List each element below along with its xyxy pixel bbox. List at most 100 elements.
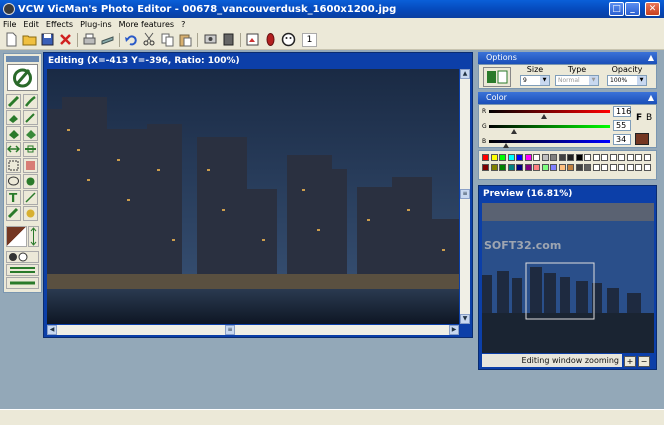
palette-swatch[interactable] [541,154,549,161]
palette-swatch[interactable] [609,154,617,161]
palette-swatch[interactable] [482,164,489,171]
brush-mode-icon[interactable] [483,67,511,87]
red-slider[interactable] [489,110,610,113]
scroll-down-icon[interactable]: ▼ [460,314,470,324]
new-file-icon[interactable] [4,32,19,47]
color-palette[interactable] [482,154,652,176]
smudge-tool-icon[interactable] [6,206,21,221]
blue-slider-thumb[interactable] [503,143,509,148]
foreground-label[interactable]: F [636,113,642,123]
menu-help[interactable]: ? [181,20,185,29]
collapse-icon[interactable]: ▲ [648,52,654,64]
palette-swatch[interactable] [592,154,600,161]
palette-swatch[interactable] [524,164,532,171]
horizontal-scroll-thumb[interactable]: ≡ [225,325,235,335]
swap-colors-icon[interactable] [28,226,39,247]
scroll-left-icon[interactable]: ◀ [47,325,57,335]
palette-swatch[interactable] [567,164,574,171]
palette-swatch[interactable] [575,154,583,161]
vertical-scrollbar[interactable]: ▲ ≡ ▼ [460,69,470,324]
palette-swatch[interactable] [609,164,617,171]
rect-select-icon[interactable] [6,158,21,173]
blue-value[interactable]: 34 [613,134,631,145]
green-slider-thumb[interactable] [511,129,517,134]
palette-swatch[interactable] [550,154,557,161]
line-width-selector[interactable] [6,264,39,276]
menu-effects[interactable]: Effects [46,20,73,29]
red-slider-thumb[interactable] [541,114,547,119]
green-slider[interactable] [489,125,610,128]
menu-file[interactable]: File [3,20,16,29]
preview-image[interactable]: SOFT32.com [482,203,654,353]
palette-swatch[interactable] [516,164,523,171]
move-tool-icon[interactable] [6,142,21,157]
current-color-preview[interactable] [635,133,649,145]
palette-swatch[interactable] [499,164,506,171]
face-icon[interactable] [281,32,296,47]
red-value[interactable]: 116 [613,106,631,117]
palette-swatch[interactable] [516,154,523,161]
blur-tool-icon[interactable] [23,206,38,221]
palette-swatch[interactable] [643,164,651,171]
crop-tool-icon[interactable] [23,158,38,173]
gradient-tool-icon[interactable] [23,126,38,141]
clone-tool-icon[interactable] [23,174,38,189]
stretch-tool-icon[interactable] [23,142,38,157]
palette-swatch[interactable] [635,154,642,161]
palette-swatch[interactable] [601,154,608,161]
palette-swatch[interactable] [584,154,591,161]
palette-swatch[interactable] [558,154,566,161]
palette-swatch[interactable] [482,154,489,161]
undo-icon[interactable] [124,32,139,47]
screen-capture-icon[interactable] [203,32,218,47]
scroll-right-icon[interactable]: ▶ [449,325,459,335]
palette-swatch[interactable] [490,154,498,161]
palette-swatch[interactable] [499,154,506,161]
menu-edit[interactable]: Edit [23,20,39,29]
opacity-select[interactable]: 100% ▼ [607,75,647,86]
cut-icon[interactable] [142,32,157,47]
palette-swatch[interactable] [567,154,574,161]
eraser-tool-icon[interactable] [6,110,21,125]
close-button[interactable]: ✕ [645,2,660,16]
lasso-tool-icon[interactable] [6,174,21,189]
open-folder-icon[interactable] [22,32,37,47]
type-select[interactable]: Normal ▼ [555,75,599,86]
zoom-in-button[interactable]: + [624,356,636,367]
size-select[interactable]: 9 ▼ [520,75,550,86]
palette-swatch[interactable] [507,154,515,161]
brush-shape-selector[interactable] [6,277,39,289]
image-info-icon[interactable] [245,32,260,47]
palette-swatch[interactable] [575,164,583,171]
palette-swatch[interactable] [558,164,566,171]
palette-swatch[interactable] [626,164,634,171]
green-value[interactable]: 55 [613,120,631,131]
fill-tool-icon[interactable] [6,126,21,141]
pipette-tool-icon[interactable] [23,110,38,125]
palette-swatch[interactable] [490,164,498,171]
palette-swatch[interactable] [618,164,625,171]
palette-swatch[interactable] [507,164,515,171]
pencil-tool-icon[interactable] [6,94,21,109]
copy-icon[interactable] [160,32,175,47]
line-tool-icon[interactable] [23,190,38,205]
palette-swatch[interactable] [524,154,532,161]
palette-swatch[interactable] [635,164,642,171]
palette-swatch[interactable] [550,164,557,171]
palette-swatch[interactable] [626,154,634,161]
palette-swatch[interactable] [533,154,540,161]
collapse-icon[interactable]: ▲ [648,92,654,104]
image-canvas[interactable] [47,69,459,324]
menu-more-features[interactable]: More features [119,20,174,29]
palette-swatch[interactable] [592,164,600,171]
horizontal-scrollbar[interactable]: ◀ ≡ ▶ [47,325,459,335]
palette-swatch[interactable] [533,164,540,171]
paste-icon[interactable] [178,32,193,47]
palette-swatch[interactable] [618,154,625,161]
book-icon[interactable] [221,32,236,47]
palette-swatch[interactable] [643,154,651,161]
palette-swatch[interactable] [584,164,591,171]
red-eye-icon[interactable] [263,32,278,47]
color-swatch[interactable] [6,226,27,247]
palette-swatch[interactable] [601,164,608,171]
